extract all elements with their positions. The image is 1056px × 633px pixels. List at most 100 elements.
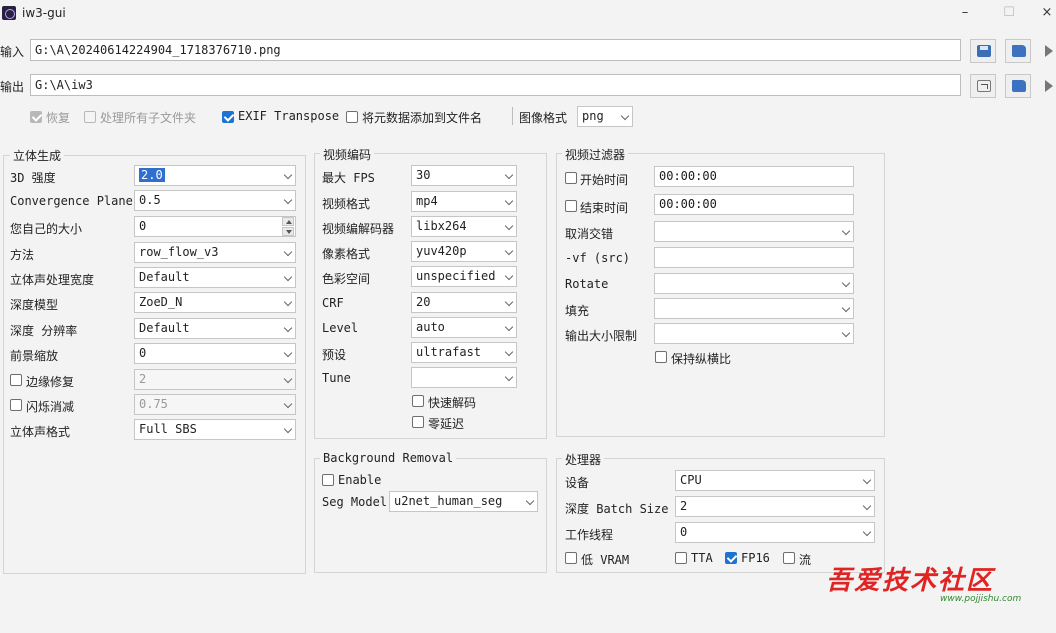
depth-res-value: Default [139, 321, 190, 335]
output-path-field[interactable]: G:\A\iw3 [30, 74, 961, 96]
input-path-field[interactable]: G:\A\20240614224904_1718376710.png [30, 39, 961, 61]
convergence-select[interactable]: 0.5 [134, 190, 296, 211]
recursive-checkbox[interactable] [84, 111, 96, 123]
output-export-button[interactable] [970, 74, 996, 98]
preset-value: ultrafast [416, 345, 482, 359]
stream-checkbox[interactable] [783, 552, 795, 564]
chevron-down-icon [504, 196, 514, 206]
chevron-down-icon [504, 372, 514, 382]
deinterlace-label: 取消交错 [565, 227, 614, 241]
input-label: 输入 [0, 45, 25, 59]
chevron-down-icon [841, 226, 851, 236]
vf-label: -vf (src) [565, 251, 631, 265]
vf-field[interactable] [654, 247, 854, 268]
fps-label: 最大 FPS [322, 171, 375, 185]
fast-decode-label: 快速解码 [428, 396, 477, 410]
play-icon[interactable] [1042, 74, 1056, 98]
bg-enable-checkbox[interactable] [322, 474, 334, 486]
chevron-down-icon [283, 195, 293, 205]
exif-checkbox[interactable] [222, 111, 234, 123]
chevron-down-icon [504, 347, 514, 357]
device-select[interactable]: CPU [675, 470, 875, 491]
edge-fix-checkbox[interactable] [10, 374, 22, 386]
metadata-checkbox[interactable] [346, 111, 358, 123]
strength-select[interactable]: 2.0 [134, 165, 296, 186]
tta-label: TTA [691, 551, 713, 565]
width-select[interactable]: Default [134, 267, 296, 288]
level-select[interactable]: auto [411, 317, 517, 338]
input-folder-button[interactable] [1005, 39, 1031, 63]
fast-decode-checkbox[interactable] [412, 395, 424, 407]
color-space-select[interactable]: unspecified [411, 266, 517, 287]
device-label: 设备 [565, 476, 590, 490]
minimize-button[interactable]: – [954, 4, 976, 22]
fg-scale-select[interactable]: 0 [134, 343, 296, 364]
image-format-select[interactable]: png [577, 106, 633, 127]
chevron-down-icon [283, 297, 293, 307]
low-vram-checkbox[interactable] [565, 552, 577, 564]
spin-down-icon[interactable] [282, 227, 294, 236]
preset-select[interactable]: ultrafast [411, 342, 517, 363]
deinterlace-select[interactable] [654, 221, 854, 242]
seg-model-value: u2net_human_seg [394, 494, 503, 508]
end-time-field[interactable]: 00:00:00 [654, 194, 854, 215]
tune-select[interactable] [411, 367, 517, 388]
chevron-down-icon [283, 348, 293, 358]
video-format-select[interactable]: mp4 [411, 191, 517, 212]
chevron-down-icon [620, 111, 630, 121]
threads-value: 0 [680, 525, 688, 539]
resume-checkbox[interactable] [30, 111, 42, 123]
batch-size-select[interactable]: 2 [675, 496, 875, 517]
convergence-value: 0.5 [139, 193, 161, 207]
codec-select[interactable]: libx264 [411, 216, 517, 237]
tune-label: Tune [322, 371, 351, 385]
pad-select[interactable] [654, 298, 854, 319]
folder-icon [1012, 80, 1026, 92]
chevron-down-icon [283, 424, 293, 434]
flicker-select[interactable]: 0.75 [134, 394, 296, 415]
zero-latency-checkbox[interactable] [412, 416, 424, 428]
end-time-checkbox[interactable] [565, 200, 577, 212]
flicker-checkbox[interactable] [10, 399, 22, 411]
depth-model-select[interactable]: ZoeD_N [134, 292, 296, 313]
crf-value: 20 [416, 295, 431, 309]
max-size-select[interactable] [654, 323, 854, 344]
batch-size-value: 2 [680, 499, 688, 513]
threads-select[interactable]: 0 [675, 522, 875, 543]
crf-label: CRF [322, 296, 344, 310]
video-filter-title: 视频过滤器 [562, 146, 629, 163]
start-time-field[interactable]: 00:00:00 [654, 166, 854, 187]
close-button[interactable]: × [1036, 4, 1056, 22]
pixel-format-select[interactable]: yuv420p [411, 241, 517, 262]
play-icon[interactable] [1042, 39, 1056, 63]
depth-res-select[interactable]: Default [134, 318, 296, 339]
tta-checkbox[interactable] [675, 552, 687, 564]
chevron-down-icon [283, 170, 293, 180]
keep-aspect-checkbox[interactable] [655, 351, 667, 363]
flicker-label: 闪烁消减 [26, 400, 75, 414]
input-file-button[interactable] [970, 39, 996, 63]
fps-select[interactable]: 30 [411, 165, 517, 186]
method-select[interactable]: row_flow_v3 [134, 242, 296, 263]
chevron-down-icon [862, 501, 872, 511]
own-size-spinbox[interactable]: 0 [134, 216, 296, 237]
rotate-select[interactable] [654, 273, 854, 294]
strength-label: 3D 强度 [10, 171, 56, 185]
spin-up-icon[interactable] [282, 217, 294, 226]
edge-fix-select[interactable]: 2 [134, 369, 296, 390]
crf-select[interactable]: 20 [411, 292, 517, 313]
color-space-value: unspecified [416, 269, 496, 283]
stereo-format-select[interactable]: Full SBS [134, 419, 296, 440]
seg-model-select[interactable]: u2net_human_seg [389, 491, 538, 512]
chevron-down-icon [283, 399, 293, 409]
start-time-checkbox[interactable] [565, 172, 577, 184]
maximize-button[interactable]: ☐ [998, 4, 1020, 22]
output-folder-button[interactable] [1005, 74, 1031, 98]
metadata-label: 将元数据添加到文件名 [362, 111, 483, 125]
pixel-format-value: yuv420p [416, 244, 467, 258]
resume-label: 恢复 [46, 111, 71, 125]
chevron-down-icon [283, 247, 293, 257]
fp16-checkbox[interactable] [725, 552, 737, 564]
recursive-label: 处理所有子文件夹 [100, 111, 197, 125]
depth-res-label: 深度 分辨率 [10, 324, 78, 338]
